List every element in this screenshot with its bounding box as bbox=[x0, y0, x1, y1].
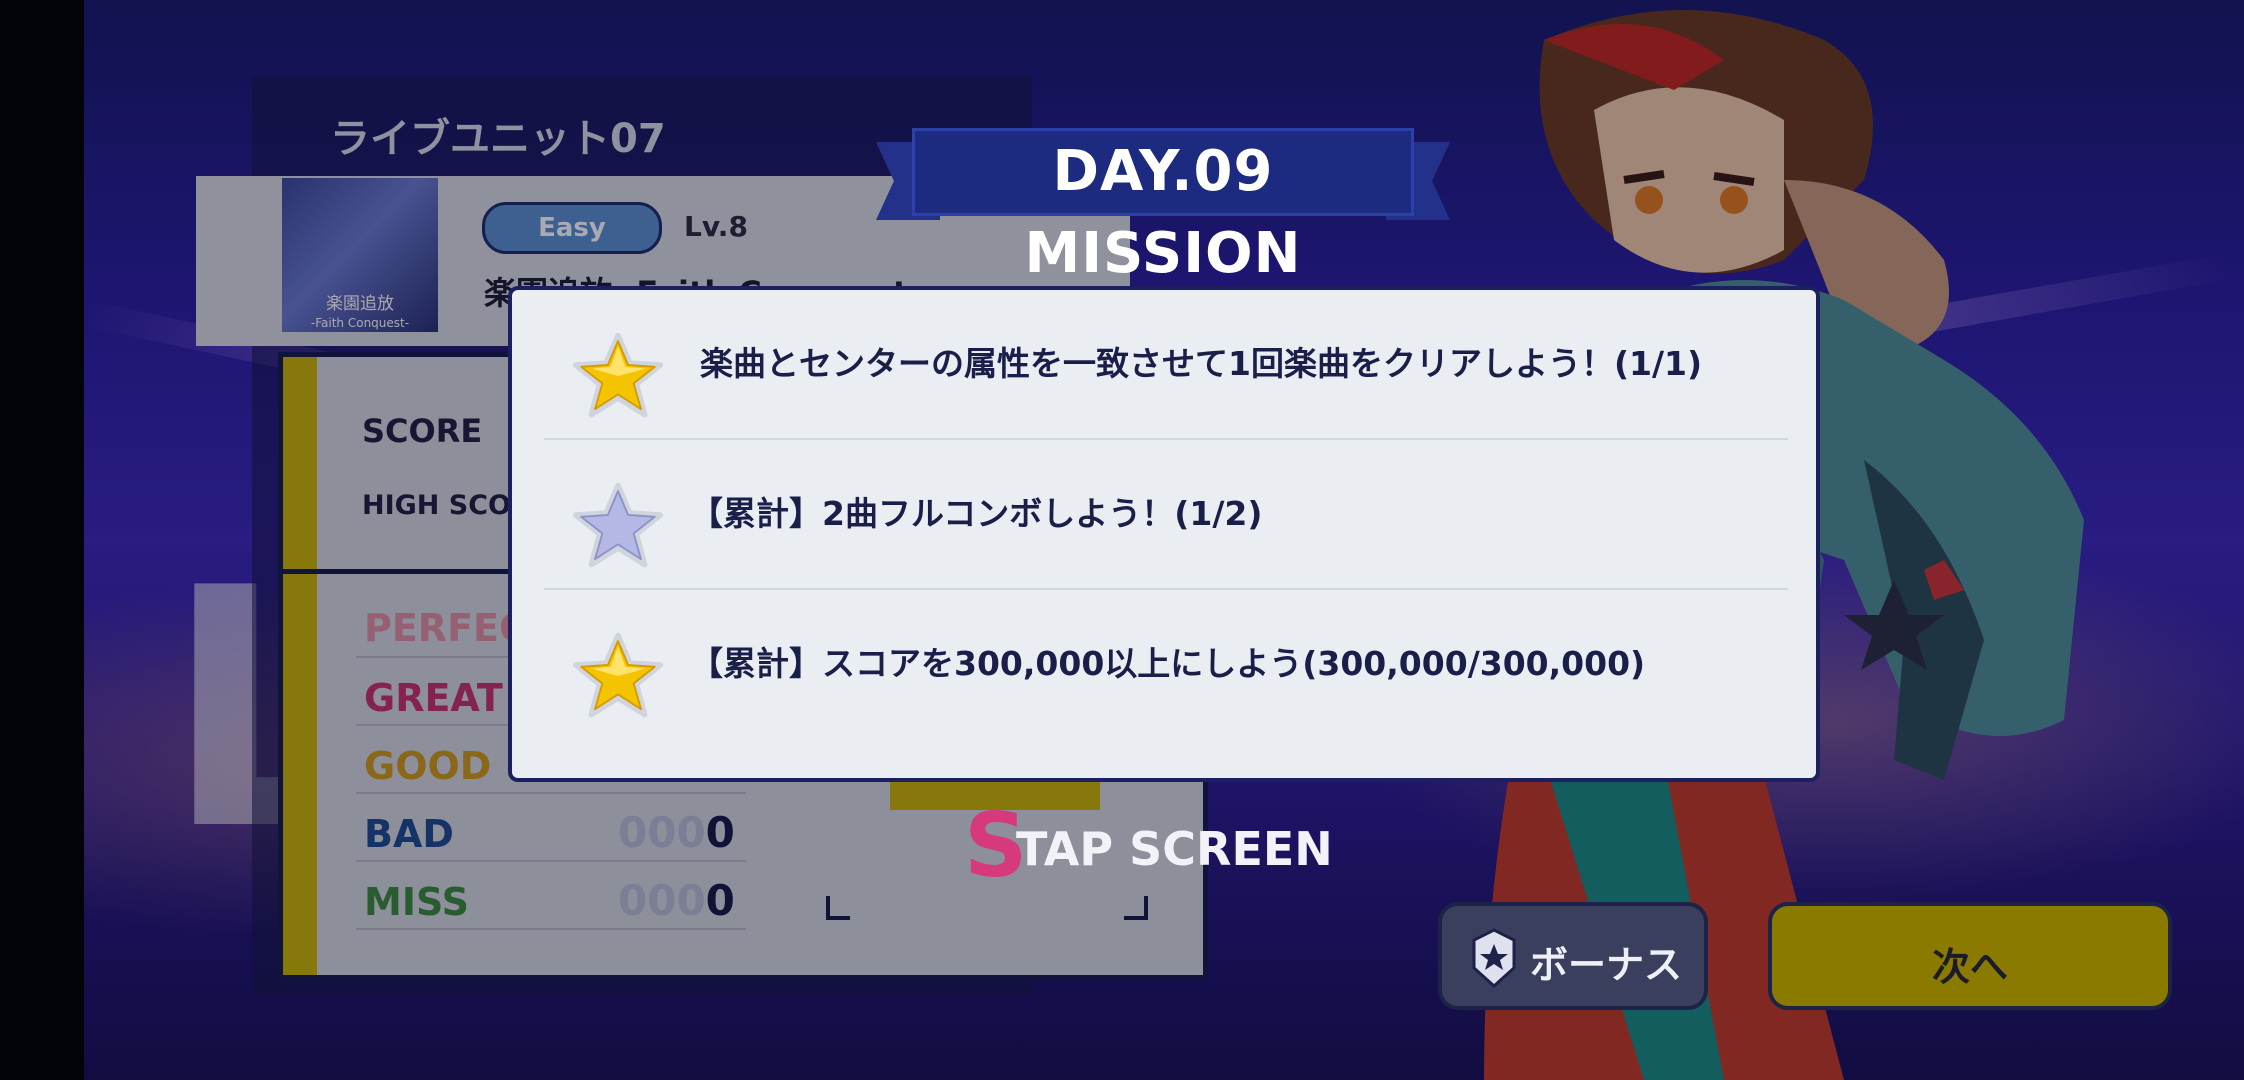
mission-banner-title: DAY.09 MISSION bbox=[912, 128, 1414, 286]
mission-item: 【累計】スコアを300,000以上にしよう(300,000/300,000) bbox=[544, 590, 1788, 740]
star-icon bbox=[572, 332, 664, 418]
mission-text: 【累計】2曲フルコンボしよう！(1/2) bbox=[690, 494, 1263, 533]
star-icon bbox=[572, 632, 664, 718]
mission-banner: DAY.09 MISSION bbox=[876, 128, 1450, 286]
mission-item: 楽曲とセンターの属性を一致させて1回楽曲をクリアしよう！(1/1) bbox=[544, 290, 1788, 440]
tap-screen-label: TAP SCREEN bbox=[1016, 822, 1333, 876]
mission-text: 楽曲とセンターの属性を一致させて1回楽曲をクリアしよう！(1/1) bbox=[700, 344, 1703, 383]
mission-dialog[interactable]: 楽曲とセンターの属性を一致させて1回楽曲をクリアしよう！(1/1) 【累計】2曲… bbox=[508, 286, 1820, 782]
bonus-label: ボーナス bbox=[1530, 943, 1683, 987]
mission-item: 【累計】2曲フルコンボしよう！(1/2) bbox=[544, 440, 1788, 590]
badge-icon bbox=[1472, 928, 1516, 988]
mission-text: 【累計】スコアを300,000以上にしよう(300,000/300,000) bbox=[690, 644, 1646, 683]
next-button[interactable]: 次へ bbox=[1768, 902, 2172, 1010]
next-label: 次へ bbox=[1931, 945, 2008, 989]
star-icon bbox=[572, 482, 664, 568]
bonus-button[interactable]: ボーナス bbox=[1438, 902, 1708, 1010]
